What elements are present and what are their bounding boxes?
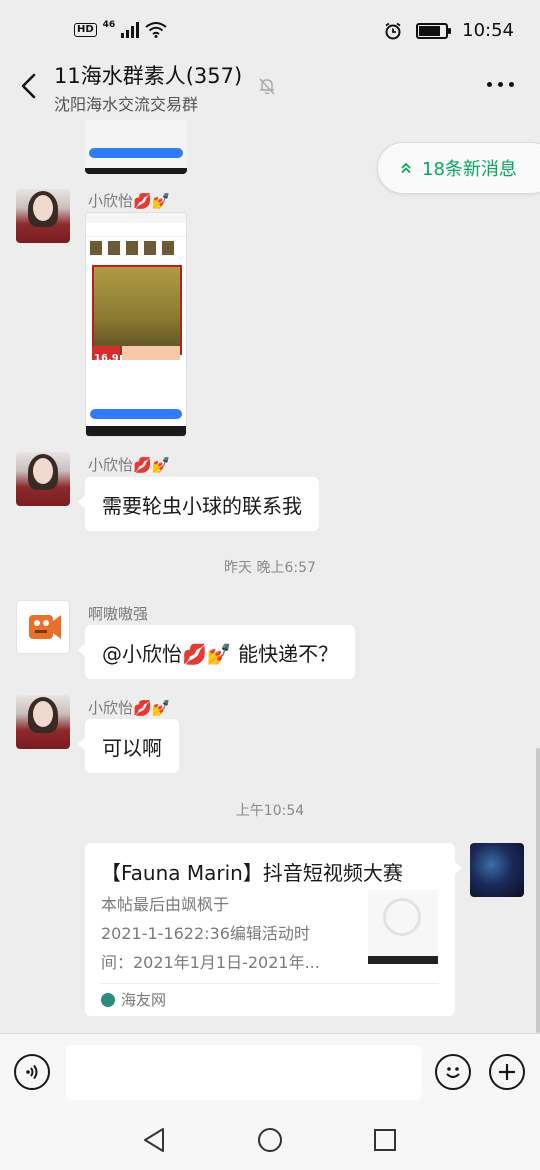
chat-subtitle: 沈阳海水交流交易群 — [54, 95, 199, 114]
sender-name: 小欣怡💋💅 — [88, 192, 171, 210]
new-messages-label: 18条新消息 — [422, 159, 517, 180]
nav-back-icon[interactable] — [142, 1127, 166, 1153]
image-message-partial[interactable] — [85, 120, 187, 174]
nav-home-icon[interactable] — [257, 1127, 283, 1153]
double-chevron-up-icon — [401, 162, 411, 174]
sender-name: 小欣怡💋💅 — [88, 456, 171, 474]
fish-avatar-icon — [29, 615, 61, 639]
network-type: 46 — [102, 20, 116, 30]
chat-title: 11海水群素人(357) — [54, 64, 243, 88]
avatar[interactable] — [16, 452, 70, 506]
hd-indicator: HD — [74, 23, 97, 37]
mute-bell-icon — [259, 78, 275, 95]
sender-name: 小欣怡💋💅 — [88, 699, 171, 717]
message-input[interactable] — [66, 1045, 421, 1100]
card-desc-line: 2021-1-1622:36编辑活动时 — [101, 924, 310, 943]
card-desc-line: 本帖最后由飒枫于 — [101, 895, 230, 914]
more-icon[interactable] — [487, 82, 514, 87]
timestamp: 上午10:54 — [235, 803, 305, 819]
card-source: 海友网 — [101, 989, 166, 1010]
image-message[interactable]: 16.9 — [85, 212, 187, 437]
my-avatar[interactable] — [470, 843, 524, 897]
new-messages-button[interactable]: 18条新消息 — [377, 142, 540, 194]
source-logo-icon — [101, 992, 115, 1007]
nav-recents-icon[interactable] — [373, 1128, 397, 1152]
avatar[interactable] — [16, 189, 70, 243]
message-bubble[interactable]: 需要轮虫小球的联系我 — [78, 477, 319, 531]
card-thumbnail — [368, 890, 438, 964]
card-title: 【Fauna Marin】抖音短视频大赛 — [101, 861, 403, 885]
card-desc-line: 间：2021年1月1日-2021年... — [101, 953, 320, 972]
card-description: 本帖最后由飒枫于 2021-1-1622:36编辑活动时 间：2021年1月1日… — [101, 890, 346, 977]
emoji-icon[interactable] — [435, 1054, 471, 1090]
signal-icon — [121, 22, 140, 38]
back-arrow-icon[interactable] — [18, 70, 40, 102]
message-bubble[interactable]: @小欣怡💋💅 能快递不？ — [77, 625, 356, 679]
price-label: 16.9 — [94, 353, 119, 364]
input-bar — [0, 1033, 540, 1111]
alarm-icon — [385, 22, 401, 39]
system-nav-bar — [0, 1111, 540, 1170]
avatar[interactable] — [16, 600, 70, 654]
scrollbar[interactable] — [536, 748, 540, 1033]
link-card[interactable]: 【Fauna Marin】抖音短视频大赛 本帖最后由飒枫于 2021-1-162… — [85, 843, 462, 1016]
plus-icon[interactable] — [489, 1054, 525, 1090]
clock: 10:54 — [462, 20, 514, 41]
voice-icon[interactable] — [14, 1054, 50, 1090]
chat-header: 11海水群素人(357) 沈阳海水交流交易群 — [0, 56, 540, 120]
message-bubble[interactable]: 可以啊 — [78, 719, 179, 773]
card-source-label: 海友网 — [121, 991, 167, 1009]
wifi-icon — [145, 22, 167, 38]
timestamp: 昨天 晚上6:57 — [224, 560, 316, 576]
divider — [101, 983, 439, 984]
avatar[interactable] — [16, 695, 70, 749]
status-bar: HD 46 10:54 — [0, 0, 540, 64]
sender-name: 啊嗷嗷强 — [88, 605, 149, 623]
battery-icon — [416, 22, 452, 39]
